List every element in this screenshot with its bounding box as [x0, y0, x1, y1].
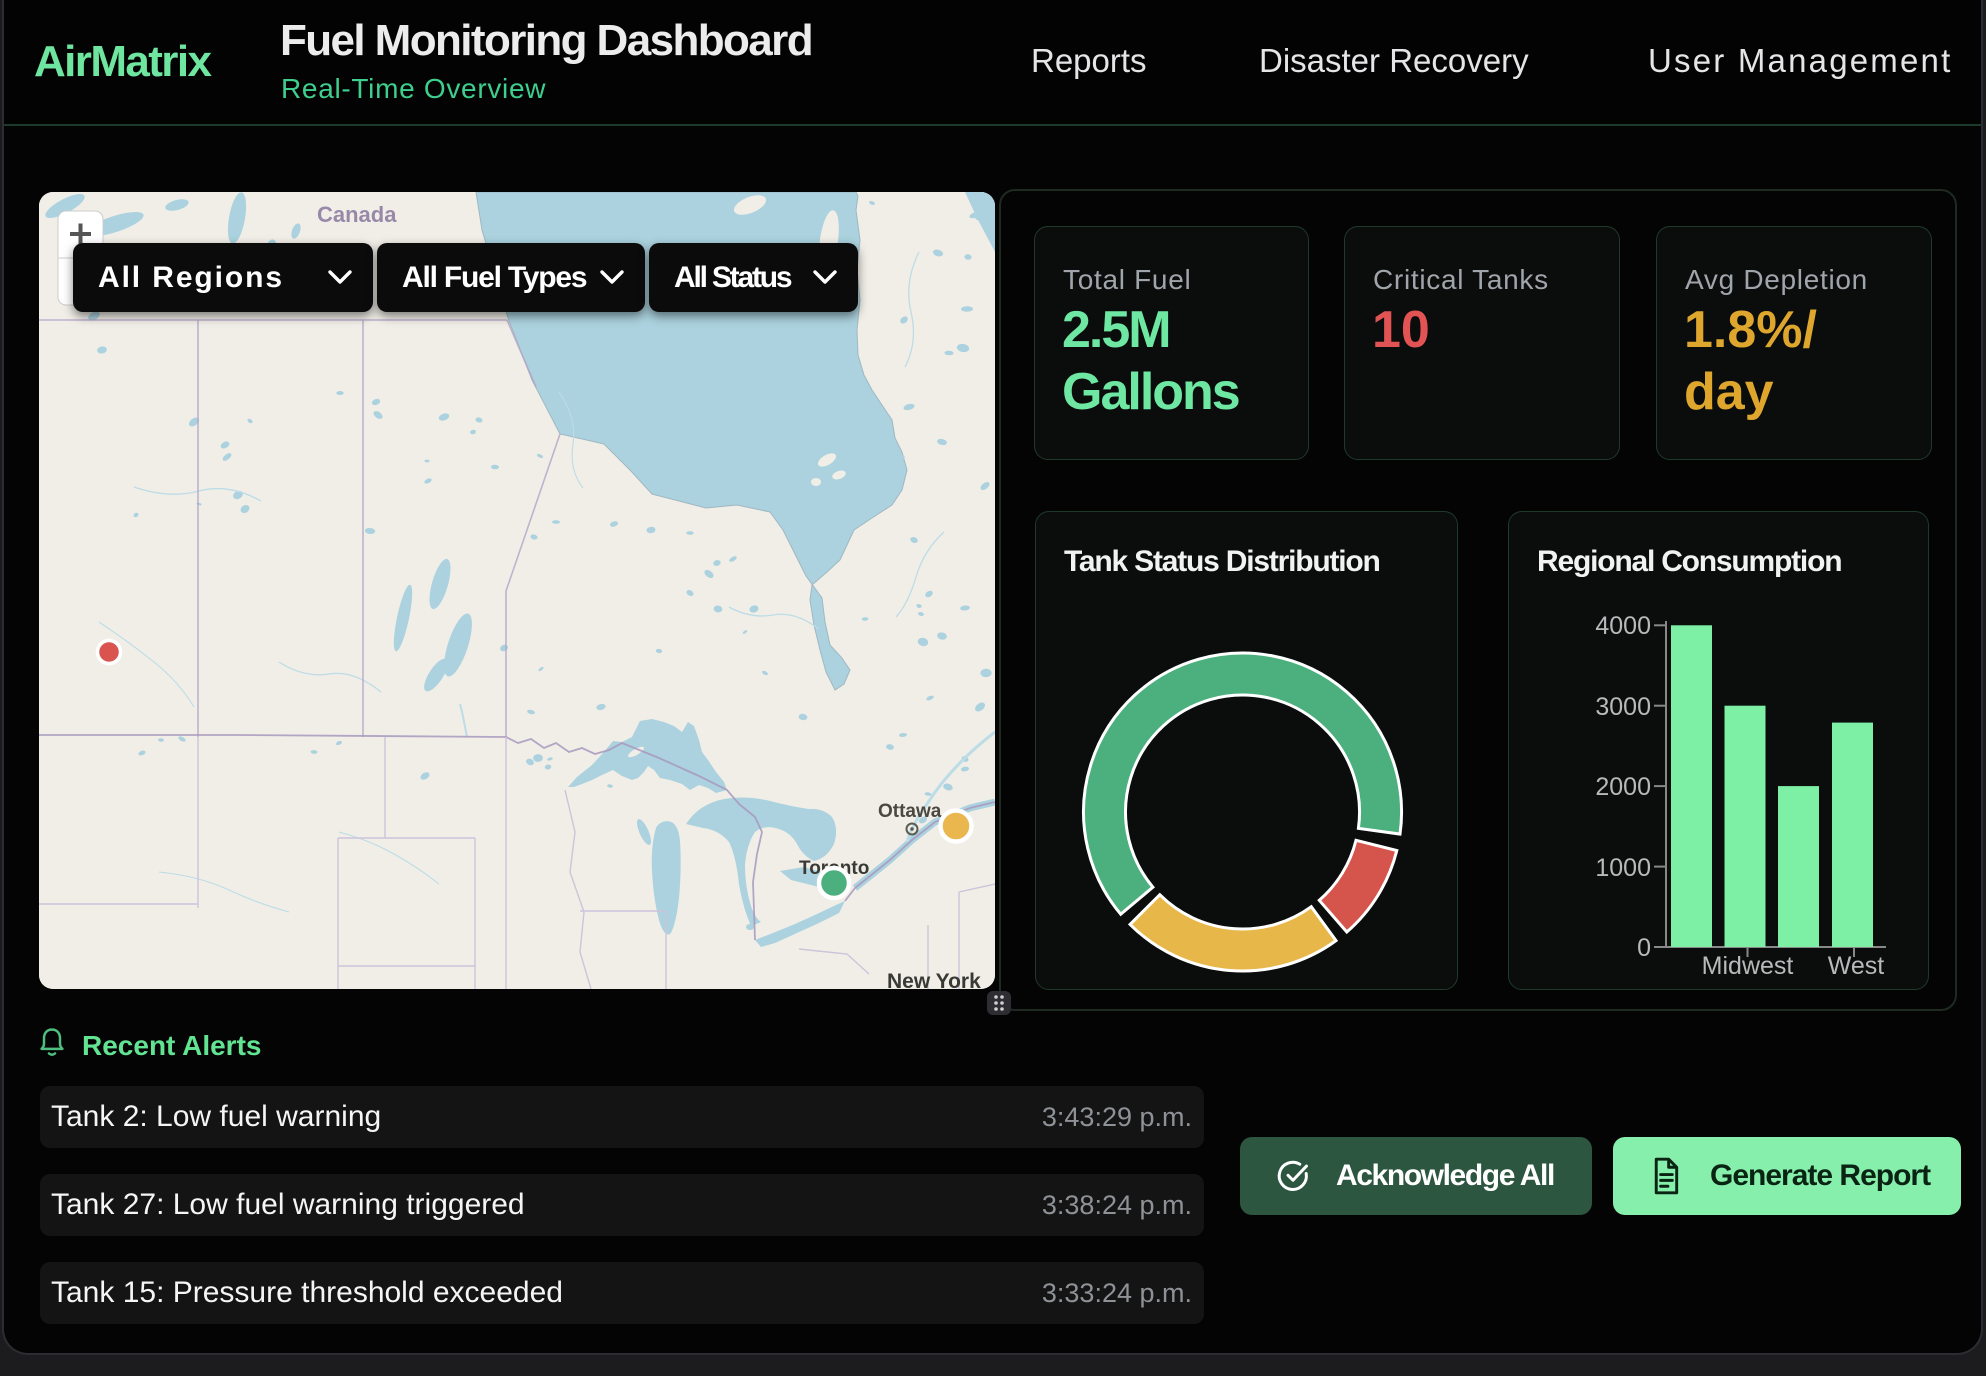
svg-text:2000: 2000	[1595, 773, 1651, 801]
svg-text:4000: 4000	[1595, 612, 1651, 640]
svg-text:New York: New York	[887, 970, 981, 989]
svg-text:1000: 1000	[1595, 854, 1651, 882]
svg-text:3000: 3000	[1595, 693, 1651, 721]
svg-text:Midwest: Midwest	[1701, 952, 1793, 980]
svg-text:0: 0	[1637, 934, 1651, 962]
svg-text:Ottawa: Ottawa	[878, 801, 942, 822]
svg-text:Canada: Canada	[317, 202, 397, 227]
svg-text:West: West	[1827, 952, 1884, 980]
